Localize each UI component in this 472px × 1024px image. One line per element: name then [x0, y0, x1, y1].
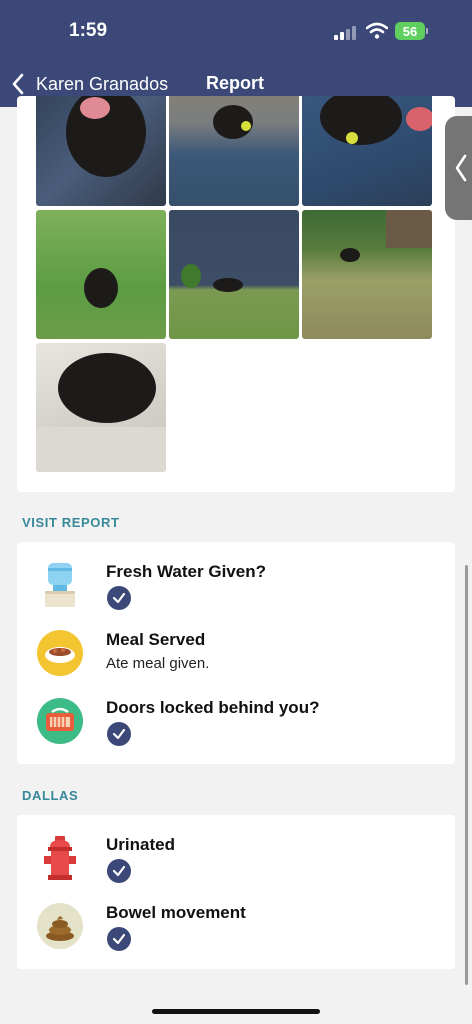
visit-report-header: VISIT REPORT: [22, 515, 120, 530]
chevron-left-icon: [12, 73, 24, 95]
cellular-signal-icon: [334, 24, 360, 40]
back-button[interactable]: Karen Granados: [10, 70, 180, 98]
list-item: Meal Served Ate meal given.: [17, 628, 455, 688]
dog-photo-5[interactable]: [169, 210, 299, 339]
list-item: Fresh Water Given?: [17, 560, 455, 620]
fire-hydrant-icon: [44, 836, 76, 880]
battery-level: 56: [402, 23, 418, 39]
chevron-left-icon: [455, 154, 467, 182]
battery-tip: [426, 28, 428, 34]
list-item: Bowel movement: [17, 901, 455, 961]
check-icon: [107, 927, 131, 951]
row-title: Bowel movement: [106, 903, 246, 922]
pet-section-header: DALLAS: [22, 788, 79, 803]
scrollbar[interactable]: [465, 565, 468, 985]
row-title: Doors locked behind you?: [106, 698, 320, 717]
status-time: 1:59: [69, 20, 108, 41]
back-label: Karen Granados: [36, 73, 169, 94]
row-title: Fresh Water Given?: [106, 562, 266, 581]
list-item: Urinated: [17, 833, 455, 893]
home-indicator[interactable]: [152, 1009, 320, 1014]
visit-report-card: Fresh Water Given? Meal Served Ate meal …: [17, 542, 455, 764]
dog-photo-7[interactable]: [36, 343, 166, 472]
dog-photo-2[interactable]: [169, 96, 299, 206]
dog-photo-4[interactable]: [36, 210, 166, 339]
food-bowl-icon: [37, 630, 83, 676]
side-drawer-handle[interactable]: [445, 116, 472, 220]
dog-photo-6[interactable]: [302, 210, 432, 339]
check-icon: [107, 722, 131, 746]
poop-icon: [37, 903, 83, 949]
row-title: Meal Served: [106, 630, 206, 649]
wifi-icon: [366, 22, 388, 39]
nav-header: 1:59 56 Karen Granados Report: [0, 0, 472, 107]
dog-photo-3[interactable]: [302, 96, 432, 206]
pet-report-card: Urinated Bowel movement: [17, 815, 455, 969]
list-item: Doors locked behind you?: [17, 696, 455, 756]
row-subtitle: Ate meal given.: [106, 655, 210, 672]
check-icon: [107, 859, 131, 883]
check-icon: [107, 586, 131, 610]
pet-carrier-icon: [37, 698, 83, 744]
row-title: Urinated: [106, 835, 175, 854]
dog-photo-1[interactable]: [36, 96, 166, 206]
battery-indicator: 56: [395, 22, 425, 40]
photo-gallery: [17, 96, 455, 492]
water-cooler-icon: [45, 563, 75, 607]
page-title: Report: [206, 73, 264, 93]
